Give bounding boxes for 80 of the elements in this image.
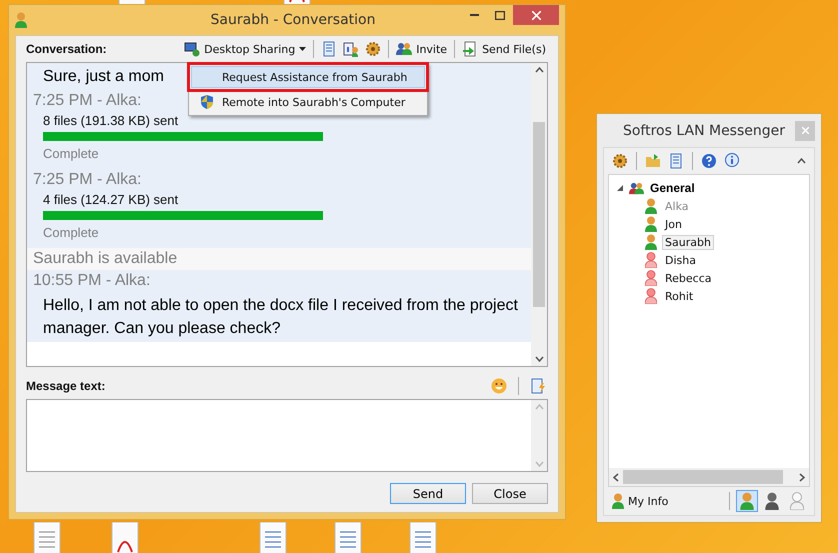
people-icon [396,41,412,57]
expand-arrow-icon[interactable] [617,185,623,191]
info-icon [724,153,740,169]
folder-button[interactable] [643,152,663,170]
help-button[interactable] [699,152,719,170]
document-lightning-icon [530,378,546,394]
monitor-icon [184,41,200,57]
document-icon [333,522,363,553]
contact-item[interactable]: Rohit [662,288,696,304]
message-text: Hello, I am not able to open the docx file I received from the project manager. Can you please check? [43,296,519,339]
transfer-status: Complete [42,224,100,242]
message-header: 7:25 PM - Alka: [33,170,142,190]
contact-item[interactable]: Jon [662,216,685,232]
minimize-icon [470,14,478,16]
pdf-file-icon [110,522,140,553]
close-icon [532,10,540,20]
document-icon [32,522,62,553]
scrollbar[interactable] [609,468,809,486]
scroll-down-icon [534,461,544,467]
info-icon [343,41,360,57]
window-title: Saurabh - Conversation [210,12,376,28]
menu-item[interactable]: Remote into Saurabh's Computer [191,91,425,113]
person-icon [645,234,657,250]
person-icon [740,492,754,510]
person-icon [15,12,27,28]
dialog-button[interactable]: Close [472,483,548,504]
close-icon [802,127,808,134]
person-icon [645,288,657,304]
dialog-button[interactable]: Send [390,483,466,504]
dropdown-button[interactable]: Desktop Sharing [182,40,308,58]
person-icon [612,493,624,509]
contact-item[interactable]: Saurabh [662,234,714,250]
caret-icon [299,47,306,51]
person-icon [645,216,657,232]
message-text: Sure, just a mom [43,67,164,87]
person-icon [645,270,657,286]
scroll-right-icon [799,472,805,482]
person-icon [645,252,657,268]
message-input[interactable] [26,399,548,472]
scroll-up-icon [534,404,544,410]
message-label: Message text: [26,379,106,393]
notes-icon [321,41,338,57]
transfer-text: 4 files (124.27 KB) sent [42,191,180,209]
document-icon [258,522,288,553]
collapse-button[interactable] [795,157,808,165]
conversation-label: Conversation: [26,42,108,56]
contact-item[interactable]: Disha [662,252,699,268]
window-title: Softros LAN Messenger [622,122,786,138]
settings-button[interactable] [610,152,630,170]
status-notice: Saurabh is available [33,249,178,269]
scroll-left-icon [613,472,619,482]
chevron-up-icon [797,158,806,164]
help-icon [701,153,717,169]
person-icon [645,198,657,214]
contact-item[interactable]: Rebecca [662,270,715,286]
message-header: 7:25 PM - Alka: [33,91,142,111]
emoticon-button[interactable] [489,377,509,395]
smiley-icon [491,378,507,394]
toolbar-button[interactable]: Invite [394,40,450,58]
notes-icon [668,153,684,169]
group-icon [628,180,645,196]
folder-icon [645,153,661,169]
close-button[interactable] [513,5,559,25]
info-button[interactable] [722,152,742,170]
person-icon [790,492,804,510]
message-header: 10:55 PM - Alka: [33,271,150,291]
gear-icon [612,153,628,169]
scrollbar[interactable] [531,63,547,366]
my-info-button[interactable]: My Info [610,492,670,510]
person-icon [765,492,779,510]
scroll-down-icon [534,356,544,362]
group-label[interactable]: General [650,181,695,195]
transfer-text: 8 files (191.38 KB) sent [42,112,180,130]
transfer-status: Complete [42,145,100,163]
maximize-icon [495,10,505,20]
gear-icon [365,41,382,57]
scroll-up-icon [534,67,544,73]
toolbar-button[interactable]: Send File(s) [460,40,548,58]
document-icon [408,522,438,553]
shield-icon [199,94,215,110]
